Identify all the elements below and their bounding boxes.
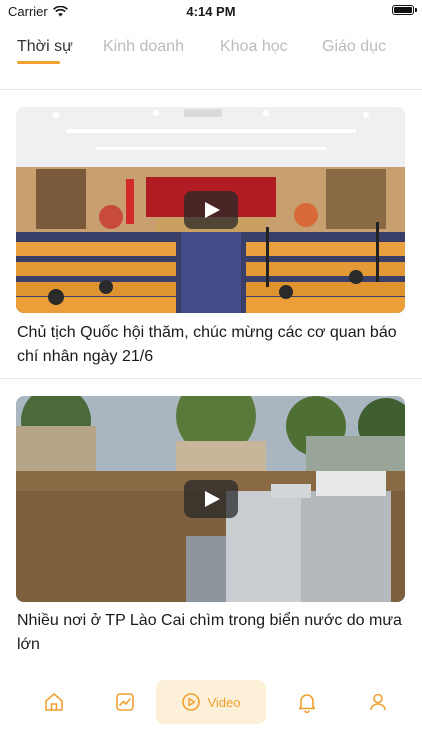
play-button[interactable]	[183, 480, 238, 518]
divider	[0, 378, 422, 379]
video-thumbnail[interactable]	[16, 107, 405, 313]
tab-thoi-su[interactable]: Thời sự	[17, 38, 73, 56]
tab-giao-duc[interactable]: Giáo dục	[322, 38, 386, 56]
tab-khoa-hoc[interactable]: Khoa học	[220, 38, 288, 56]
tab-kinh-doanh[interactable]: Kinh doanh	[103, 38, 184, 56]
nav-video-label: Video	[207, 694, 241, 710]
home-icon[interactable]	[34, 682, 74, 722]
bell-icon[interactable]	[287, 682, 327, 722]
clock: 4:14 PM	[186, 4, 236, 19]
video-title[interactable]: Nhiều nơi ở TP Lào Cai chìm trong biển n…	[17, 609, 403, 657]
battery-icon	[392, 5, 417, 15]
bottom-nav: Video	[0, 668, 422, 738]
divider	[0, 89, 422, 90]
active-tab-indicator	[17, 61, 60, 64]
chart-icon[interactable]	[105, 682, 145, 722]
category-tabs: Thời sự Kinh doanh Khoa học Giáo dục	[0, 28, 422, 78]
play-button[interactable]	[183, 191, 238, 229]
video-thumbnail[interactable]	[16, 396, 405, 602]
nav-video-button[interactable]: Video	[156, 680, 266, 724]
video-title[interactable]: Chủ tịch Quốc hội thăm, chúc mừng các cơ…	[17, 321, 403, 369]
user-icon[interactable]	[358, 682, 398, 722]
status-bar: Carrier 4:14 PM	[0, 0, 422, 24]
video-icon	[182, 693, 201, 711]
